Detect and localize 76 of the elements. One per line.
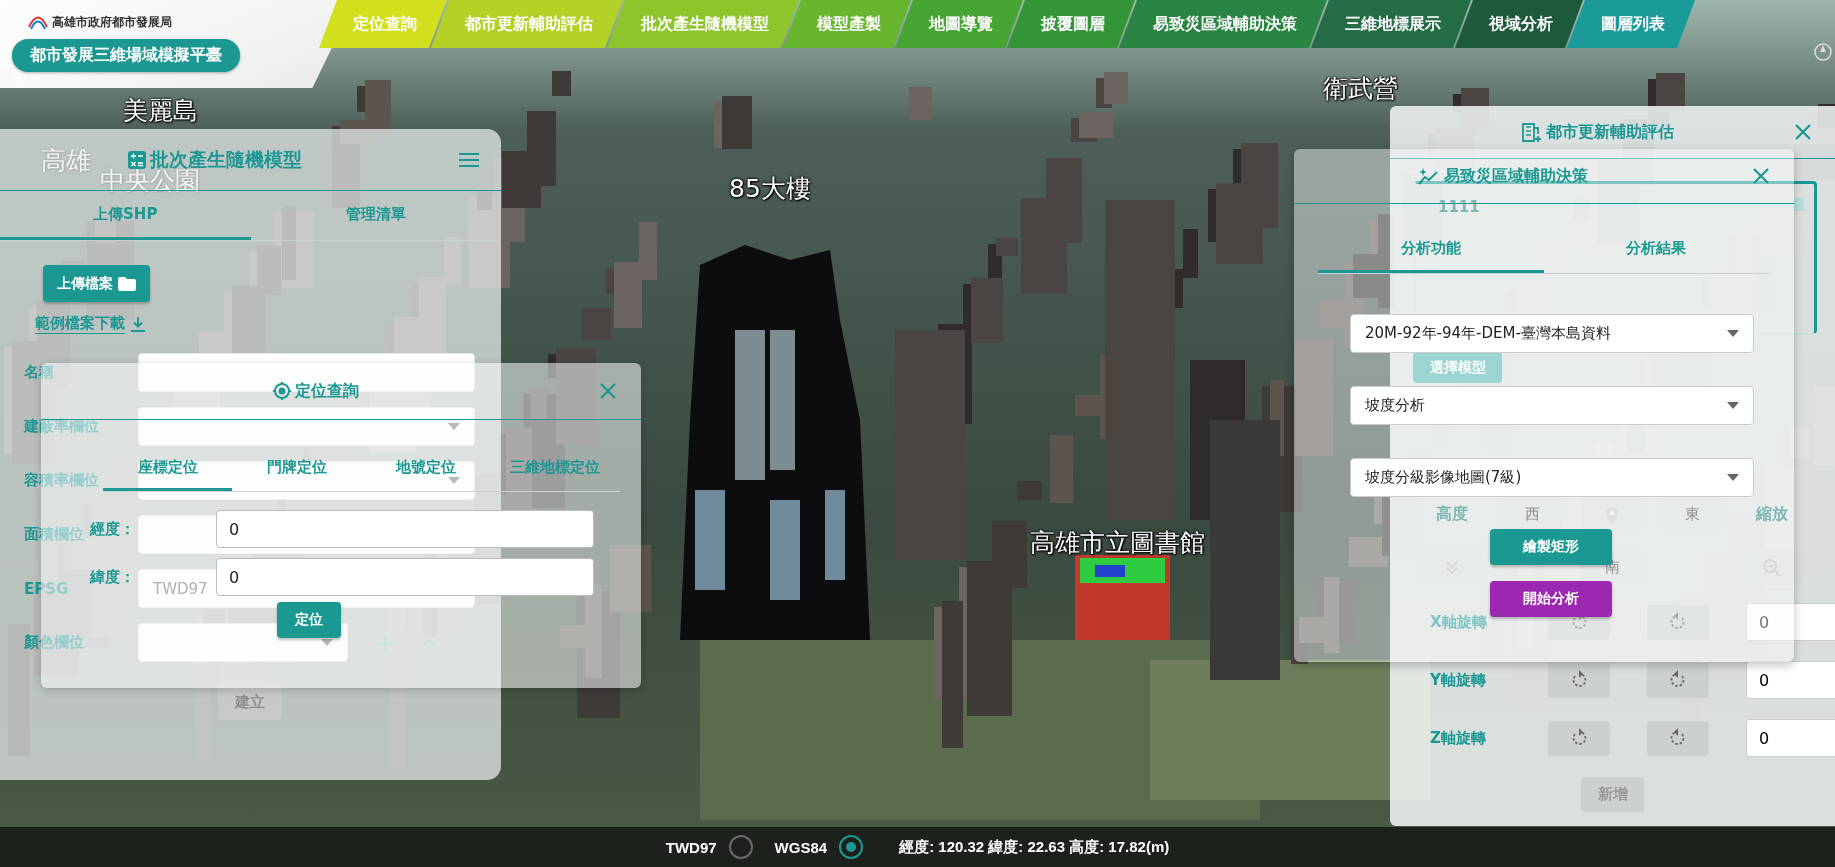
input-field[interactable]: 0 bbox=[216, 510, 594, 548]
menu-icon[interactable] bbox=[459, 152, 479, 167]
add-button[interactable]: 新增 bbox=[1581, 777, 1644, 812]
coordinates-readout: 經度: 120.32 緯度: 22.63 高度: 17.82(m) bbox=[899, 837, 1170, 857]
calculator-icon bbox=[128, 150, 146, 169]
axis-label: Y軸旋轉 bbox=[1430, 670, 1487, 690]
map-label: 高雄市立圖書館 bbox=[1029, 526, 1205, 559]
building bbox=[1079, 112, 1113, 138]
building bbox=[1050, 435, 1073, 503]
nav-tab[interactable]: 三維地標展示 bbox=[1311, 0, 1471, 48]
rotate-right-button[interactable] bbox=[1647, 662, 1709, 698]
tab[interactable]: 上傳SHP bbox=[0, 191, 251, 240]
caret-icon bbox=[448, 477, 460, 484]
field-label: 面積欄位 bbox=[24, 525, 84, 544]
input-field[interactable]: 0 bbox=[1746, 603, 1835, 641]
tab[interactable]: 管理清單 bbox=[250, 191, 501, 240]
coordinate-system-label: TWD97 bbox=[665, 838, 717, 856]
dropdown-field[interactable] bbox=[138, 407, 475, 446]
plus-icon[interactable] bbox=[376, 633, 394, 652]
panel-title: 定位查詢 bbox=[273, 380, 359, 402]
zoom-label: 縮放 bbox=[1756, 504, 1788, 525]
dropdown-field[interactable] bbox=[138, 461, 475, 500]
field-label: 經度： bbox=[90, 519, 136, 539]
target-icon bbox=[273, 382, 291, 400]
building bbox=[909, 87, 932, 120]
close-icon[interactable] bbox=[599, 382, 617, 400]
locate-button[interactable]: 定位 bbox=[277, 602, 341, 638]
logo-icon bbox=[28, 15, 48, 30]
panel-title: 都市更新輔助評估 bbox=[1521, 121, 1674, 143]
height-label: 高度 bbox=[1436, 504, 1468, 525]
axis-label: Z軸旋轉 bbox=[1430, 728, 1487, 748]
tab[interactable]: 分析結果 bbox=[1543, 227, 1769, 273]
coordinate-system-label: WGS84 bbox=[774, 838, 828, 856]
compass-icon[interactable] bbox=[1813, 42, 1833, 62]
field-label: 緯度： bbox=[90, 567, 136, 587]
map-label: 衛武營 bbox=[1322, 72, 1398, 105]
dropdown-field[interactable]: 坡度分析 bbox=[1350, 386, 1754, 425]
tab[interactable]: 門牌定位 bbox=[232, 447, 362, 491]
tab[interactable]: 地號定位 bbox=[361, 447, 491, 491]
radio-button[interactable] bbox=[728, 835, 753, 859]
building bbox=[552, 71, 571, 96]
nav-tab[interactable]: 批次產生隨機模型 bbox=[607, 0, 799, 48]
rotate-right-button[interactable] bbox=[1647, 720, 1709, 756]
axis-label: X軸旋轉 bbox=[1430, 612, 1488, 632]
map-label: 85大樓 bbox=[729, 172, 811, 205]
tab[interactable]: 座標定位 bbox=[103, 447, 233, 491]
dropdown-field[interactable]: 20M-92年-94年-DEM-臺灣本島資料 bbox=[1350, 314, 1754, 353]
logo-text: 高雄市政府都市發展局 bbox=[52, 14, 172, 31]
scroll-thumb[interactable] bbox=[1793, 198, 1804, 211]
folder-icon bbox=[118, 276, 136, 291]
caret-icon bbox=[1727, 402, 1739, 409]
download-icon[interactable] bbox=[131, 316, 145, 332]
draw-rectangle-button[interactable]: 繪製矩形 bbox=[1490, 529, 1612, 565]
platform-title: 都市發展三維場域模擬平臺 bbox=[12, 39, 240, 72]
caret-icon bbox=[448, 423, 460, 430]
nav-tab[interactable]: 易致災區域輔助決策 bbox=[1119, 0, 1327, 48]
input-field[interactable]: 0 bbox=[1746, 719, 1835, 757]
building-icon bbox=[1521, 122, 1542, 142]
nav-tab[interactable]: 都市更新輔助評估 bbox=[431, 0, 623, 48]
panel-title: 易致災區域輔助決策 bbox=[1418, 165, 1588, 187]
input-field[interactable]: 0 bbox=[1746, 661, 1835, 699]
sample-download-link[interactable]: 範例檔案下載 bbox=[35, 314, 125, 334]
map-label: 美麗島 bbox=[122, 94, 198, 127]
building bbox=[722, 96, 752, 149]
field-label: 容積率欄位 bbox=[24, 471, 99, 490]
dropdown-field[interactable]: 坡度分級影像地圖(7級) bbox=[1350, 458, 1754, 497]
start-analysis-button[interactable]: 開始分析 bbox=[1490, 581, 1612, 617]
caret-icon bbox=[1727, 330, 1739, 337]
radio-button[interactable] bbox=[839, 835, 864, 859]
caret-icon bbox=[1727, 474, 1739, 481]
tab[interactable]: 分析功能 bbox=[1318, 227, 1544, 273]
rotate-right-button[interactable] bbox=[1647, 604, 1709, 640]
rotate-left-button[interactable] bbox=[1548, 720, 1610, 756]
close-icon[interactable] bbox=[1794, 123, 1812, 141]
input-field[interactable]: 0 bbox=[216, 558, 594, 596]
close-icon[interactable] bbox=[1752, 167, 1770, 185]
